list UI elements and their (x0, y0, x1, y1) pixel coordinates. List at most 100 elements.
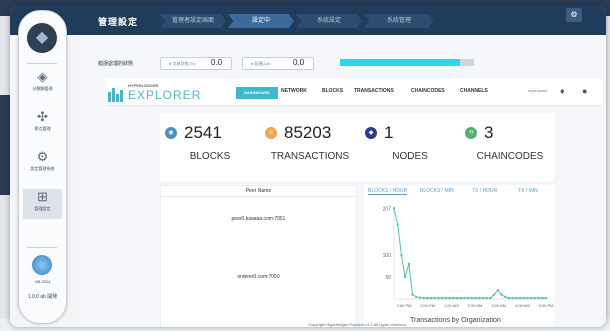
data-point[interactable] (470, 296, 474, 300)
data-point[interactable] (489, 296, 492, 300)
data-point[interactable] (507, 296, 511, 300)
stat-nodes: ◆ 1 NODES (360, 123, 460, 173)
data-point[interactable] (392, 207, 396, 210)
version-label: 1.0.0 ab 開発 (27, 294, 58, 300)
sidebar-item-1[interactable]: ◈ 分類類管理 (23, 69, 62, 99)
data-point[interactable] (500, 293, 503, 296)
data-point[interactable] (485, 296, 488, 300)
nav-chaincodes[interactable]: CHAINCODES (411, 88, 445, 94)
data-point[interactable] (396, 223, 399, 226)
data-point[interactable] (544, 296, 548, 300)
status-pill-lat: ● 延遲(Lat) 0.0 (242, 57, 314, 70)
user-label: UB-2024 (34, 279, 51, 284)
series-line (393, 208, 546, 299)
tab-tx-hour[interactable]: TX / HOUR (472, 188, 497, 194)
data-point[interactable] (466, 296, 470, 300)
x-tick-label: 4:00 AM (515, 303, 530, 308)
settings-icon[interactable]: ⚙ (566, 8, 582, 22)
step-2[interactable]: 設定中 (228, 14, 294, 28)
chaincodes-icon: ⟲ (465, 127, 477, 139)
nav-dashboard[interactable]: DASHBOARD (236, 87, 278, 99)
data-point[interactable] (529, 296, 533, 300)
data-point[interactable] (496, 289, 500, 292)
divider (27, 247, 57, 248)
line-chart: 207 100 50 2:00 PM 3:00 PM 1:00 AM 2:00 AM 3:00… (383, 206, 554, 308)
layers-icon: ◈ (37, 69, 48, 84)
stats-panel: ◉ 2541 BLOCKS ≡ 85203 TRANSACTIONS ◆ 1 N… (160, 113, 554, 181)
data-point[interactable] (433, 296, 436, 300)
channel-select[interactable]: mychannel (528, 88, 547, 93)
x-tick-label: 1:00 AM (444, 303, 459, 308)
status-label: 錯誤處理的狀態 (98, 61, 134, 67)
status-pill-tx: ● 交易狀態(Tx) 0.0 (160, 57, 232, 70)
data-point[interactable] (440, 296, 444, 300)
data-point[interactable] (407, 262, 411, 266)
data-point[interactable] (448, 296, 451, 300)
data-point[interactable] (400, 253, 403, 257)
data-point[interactable] (481, 296, 485, 300)
nav-transactions[interactable]: TRANSACTIONS (354, 88, 394, 94)
tab-blocks-min[interactable]: BLOCKS / MIN (420, 188, 454, 194)
data-point[interactable] (541, 296, 544, 300)
step-1[interactable]: 管理者設定画面 (160, 14, 226, 28)
data-point[interactable] (522, 296, 525, 300)
data-point[interactable] (474, 296, 477, 300)
data-point[interactable] (459, 296, 462, 300)
data-point[interactable] (537, 296, 540, 300)
data-point[interactable] (403, 275, 407, 279)
data-point[interactable] (511, 296, 514, 300)
sidebar-item-4[interactable]: ⊞ 管理設定 (23, 189, 62, 219)
data-point[interactable] (504, 295, 507, 299)
background-edge (0, 95, 10, 195)
avatar[interactable] (32, 255, 52, 275)
data-point[interactable] (478, 296, 481, 300)
tab-tx-min[interactable]: TX / MIN (518, 188, 538, 194)
data-point[interactable] (463, 296, 466, 300)
data-point[interactable] (429, 296, 433, 300)
transactions-icon: ≡ (265, 127, 277, 139)
table-row[interactable]: peer0.kaaaaa.com:7051 (161, 216, 356, 222)
blocks-icon: ◉ (165, 127, 177, 139)
data-point[interactable] (455, 296, 459, 300)
nodes-icon: ◆ (365, 127, 377, 139)
data-point[interactable] (422, 296, 425, 300)
stat-transactions: ≡ 85203 TRANSACTIONS (260, 123, 360, 173)
nav-channels[interactable]: CHANNELS (460, 88, 488, 94)
x-tick-label: 2:00 PM (397, 303, 412, 308)
nav-network[interactable]: NETWORK (281, 88, 307, 94)
org-chart-title: Transactions by Organization (410, 317, 501, 324)
data-point[interactable] (444, 296, 448, 300)
y-tick-label: 207 (383, 206, 392, 212)
data-point[interactable] (415, 295, 418, 299)
brand-big: EXPLORER (128, 88, 202, 102)
peer-table-header: Peer Name (161, 186, 356, 197)
data-point[interactable] (515, 296, 518, 300)
nav-blocks[interactable]: BLOCKS (322, 88, 343, 94)
bell-icon[interactable]: ♦ (560, 86, 565, 96)
network-icon: ✣ (37, 109, 48, 124)
chart-panel: BLOCKS / HOUR BLOCKS / MIN TX / HOUR TX … (364, 185, 554, 327)
sidebar-item-3[interactable]: ⚙ 設定管理系統 (23, 149, 62, 179)
user-icon[interactable]: ● (582, 86, 587, 96)
data-point[interactable] (492, 293, 496, 296)
main-content: 錯誤處理的狀態 ● 交易狀態(Tx) 0.0 ● 延遲(Lat) 0.0 HYP… (80, 35, 602, 327)
x-tick-label: 3:00 PM (420, 303, 435, 308)
data-point[interactable] (526, 296, 529, 300)
data-point[interactable] (533, 296, 537, 300)
tab-blocks-hour[interactable]: BLOCKS / HOUR (368, 188, 408, 195)
stat-blocks: ◉ 2541 BLOCKS (160, 123, 260, 173)
x-tick-label: 2:00 AM (468, 303, 483, 308)
data-point[interactable] (518, 296, 522, 300)
data-point[interactable] (452, 296, 455, 300)
data-point[interactable] (418, 296, 422, 299)
app-logo-icon: ◆ (27, 23, 57, 53)
chip-icon: ⊞ (37, 189, 48, 204)
data-point[interactable] (437, 296, 440, 300)
step-3[interactable]: 系統設定 (296, 14, 362, 28)
data-point[interactable] (411, 293, 414, 296)
sidebar-item-2[interactable]: ✣ 節点管理 (23, 109, 62, 139)
table-row[interactable]: orderer0.com:7050 (161, 274, 356, 280)
data-point[interactable] (426, 296, 429, 300)
sidebar: ◆ ◈ 分類類管理 ✣ 節点管理 ⚙ 設定管理系統 ⊞ 管理設定 UB-2024… (18, 10, 67, 324)
step-4[interactable]: 系統管理 (364, 14, 434, 28)
